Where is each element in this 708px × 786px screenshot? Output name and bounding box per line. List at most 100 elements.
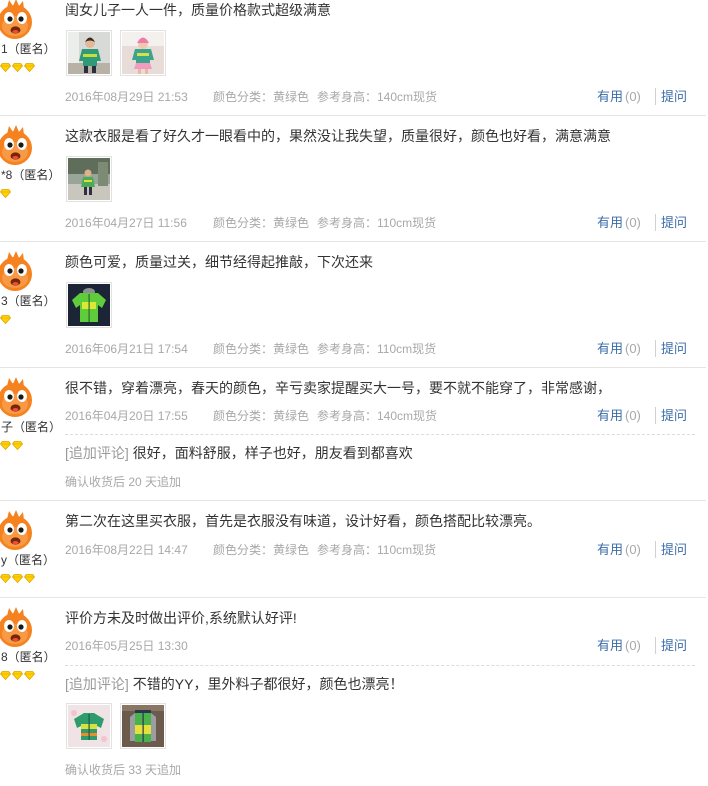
review-meta: 2016年04月27日 11:56 颜色分类：黄绿色 参考身高：110cm现货 … <box>0 214 706 231</box>
diamond-icon <box>12 671 23 680</box>
append-text: 很好，面料舒服，样子也好，朋友看到都喜欢 <box>132 445 413 461</box>
sku-height: 参考身高：140cm现货 <box>317 90 438 104</box>
buyer-name: 1（匿名） <box>1 42 56 56</box>
review-photo[interactable] <box>120 30 166 76</box>
review-meta: 2016年04月20日 17:55 颜色分类：黄绿色 参考身高：140cm现货 … <box>0 407 706 424</box>
review-photo[interactable] <box>66 30 112 76</box>
useful-button[interactable]: 有用 <box>597 409 623 423</box>
append-note: 确认收货后 33 天追加 <box>65 763 182 777</box>
review-photo[interactable] <box>66 703 112 749</box>
diamond-icon <box>0 63 11 72</box>
ask-button[interactable]: 提问 <box>661 639 687 653</box>
action-separator <box>655 407 656 424</box>
review-item: *8（匿名） 这款衣服是看了好久才一眼看中的，果然没让我失望，质量很好，颜色也好… <box>0 116 706 242</box>
buyer-credit-badges <box>0 63 35 72</box>
review-text: 很不错，穿着漂亮，春天的颜色，辛亏卖家提醒买大一号，要不就不能穿了，非常感谢， <box>65 380 611 396</box>
append-text: 不错的YY，里外料子都很好，颜色也漂亮！ <box>132 676 404 692</box>
sku-height: 参考身高：110cm现货 <box>317 342 437 356</box>
action-separator <box>655 541 656 558</box>
diamond-icon <box>24 671 35 680</box>
buyer-credit-badges <box>0 189 11 198</box>
useful-count: (0) <box>625 215 641 230</box>
action-separator <box>655 214 656 231</box>
buyer-credit-badges <box>0 441 23 450</box>
action-separator <box>655 340 656 357</box>
photo-image <box>68 32 110 74</box>
avatar-icon <box>0 124 36 166</box>
ask-button[interactable]: 提问 <box>661 543 687 557</box>
sku-color: 颜色分类：黄绿色 <box>213 342 310 356</box>
diamond-icon <box>24 574 35 583</box>
sku-color: 颜色分类：黄绿色 <box>213 216 310 230</box>
review-meta: 2016年06月21日 17:54 颜色分类：黄绿色 参考身高：110cm现货 … <box>0 340 706 357</box>
sku-color: 颜色分类：黄绿色 <box>213 90 310 104</box>
diamond-icon <box>12 574 23 583</box>
buyer-credit-badges <box>0 671 35 680</box>
useful-count: (0) <box>625 542 641 557</box>
photo-image <box>68 705 110 747</box>
review-text: 这款衣服是看了好久才一眼看中的，果然没让我失望，质量很好，颜色也好看，满意满意 <box>65 128 611 144</box>
review-text: 闺女儿子一人一件，质量价格款式超级满意 <box>65 2 331 18</box>
diamond-icon <box>0 574 11 583</box>
review-meta: 2016年08月29日 21:53 颜色分类：黄绿色 参考身高：140cm现货 … <box>0 88 706 105</box>
review-text: 颜色可爱，质量过关，细节经得起推敲，下次还来 <box>65 254 373 270</box>
sku-height: 参考身高：110cm现货 <box>317 216 437 230</box>
append-review: [追加评论] 很好，面料舒服，样子也好，朋友看到都喜欢 <box>65 443 413 463</box>
photo-image <box>68 284 110 326</box>
avatar-icon <box>0 0 36 40</box>
diamond-icon <box>0 671 11 680</box>
diamond-icon <box>24 63 35 72</box>
review-date: 2016年08月22日 14:47 <box>65 543 188 557</box>
buyer-credit-badges <box>0 315 11 324</box>
buyer-name: 3（匿名） <box>1 294 56 308</box>
diamond-icon <box>12 63 23 72</box>
action-separator <box>655 637 656 654</box>
append-label: [追加评论] <box>65 445 129 461</box>
useful-count: (0) <box>625 408 641 423</box>
review-item: y（匿名） 第二次在这里买衣服，首先是衣服没有味道，设计好看，颜色搭配比较漂亮。… <box>0 501 706 598</box>
append-label: [追加评论] <box>65 676 129 692</box>
useful-button[interactable]: 有用 <box>597 216 623 230</box>
append-divider <box>65 665 695 666</box>
review-meta: 2016年05月25日 13:30 有用 (0) 提问 <box>0 637 706 654</box>
photo-image <box>122 32 164 74</box>
diamond-icon <box>0 441 11 450</box>
useful-button[interactable]: 有用 <box>597 342 623 356</box>
buyer-name: *8（匿名） <box>1 168 61 182</box>
useful-count: (0) <box>625 341 641 356</box>
sku-color: 颜色分类：黄绿色 <box>213 543 310 557</box>
review-text: 评价方未及时做出评价,系统默认好评! <box>65 610 297 626</box>
sku-height: 参考身高：110cm现货 <box>317 543 437 557</box>
append-note: 确认收货后 20 天追加 <box>65 475 182 489</box>
diamond-icon <box>0 189 11 198</box>
useful-count: (0) <box>625 89 641 104</box>
review-date: 2016年08月29日 21:53 <box>65 90 188 104</box>
review-date: 2016年04月27日 11:56 <box>65 216 187 230</box>
sku-height: 参考身高：140cm现货 <box>317 409 438 423</box>
ask-button[interactable]: 提问 <box>661 342 687 356</box>
review-photo[interactable] <box>66 282 112 328</box>
review-item: 3（匿名） 颜色可爱，质量过关，细节经得起推敲，下次还来 2016年06月21日… <box>0 242 706 368</box>
useful-count: (0) <box>625 638 641 653</box>
ask-button[interactable]: 提问 <box>661 409 687 423</box>
photo-image <box>122 705 164 747</box>
photo-image <box>68 158 110 200</box>
ask-button[interactable]: 提问 <box>661 216 687 230</box>
append-review: [追加评论] 不错的YY，里外料子都很好，颜色也漂亮！ <box>65 674 403 694</box>
useful-button[interactable]: 有用 <box>597 639 623 653</box>
review-photo[interactable] <box>120 703 166 749</box>
review-item: 1（匿名） 闺女儿子一人一件，质量价格款式超级满意 2016年08月29日 21… <box>0 0 706 116</box>
useful-button[interactable]: 有用 <box>597 543 623 557</box>
sku-color: 颜色分类：黄绿色 <box>213 409 310 423</box>
useful-button[interactable]: 有用 <box>597 90 623 104</box>
action-separator <box>655 88 656 105</box>
ask-button[interactable]: 提问 <box>661 90 687 104</box>
review-date: 2016年04月20日 17:55 <box>65 409 188 423</box>
diamond-icon <box>0 315 11 324</box>
review-date: 2016年06月21日 17:54 <box>65 342 188 356</box>
review-meta: 2016年08月22日 14:47 颜色分类：黄绿色 参考身高：110cm现货 … <box>0 541 706 558</box>
review-photo[interactable] <box>66 156 112 202</box>
buyer-credit-badges <box>0 574 35 583</box>
review-item: 子（匿名） 很不错，穿着漂亮，春天的颜色，辛亏卖家提醒买大一号，要不就不能穿了，… <box>0 368 706 501</box>
review-date: 2016年05月25日 13:30 <box>65 639 188 653</box>
